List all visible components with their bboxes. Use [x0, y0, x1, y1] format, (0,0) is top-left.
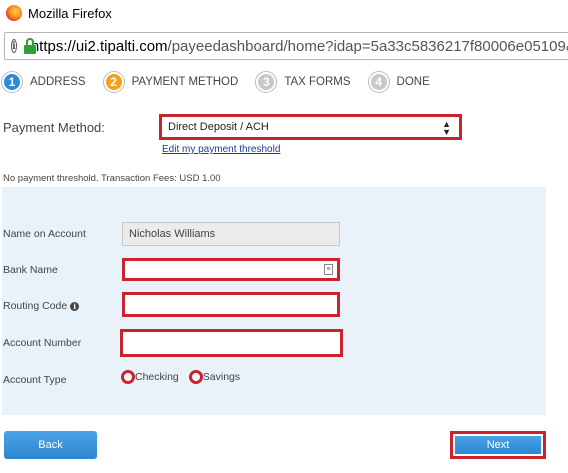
step-address: 1 ADDRESS — [2, 72, 86, 92]
routing-code-label-text: Routing Code — [3, 300, 68, 312]
checking-label[interactable]: Checking — [135, 371, 179, 383]
payment-method-label: Payment Method: — [3, 120, 105, 135]
step-4-icon: 4 — [368, 72, 389, 92]
step-tax-forms: 3 TAX FORMS — [256, 72, 351, 92]
checking-radio[interactable] — [121, 370, 135, 384]
name-on-account-label: Name on Account — [3, 228, 86, 240]
window-titlebar: Mozilla Firefox — [0, 0, 568, 26]
autofill-icon[interactable]: ≡ — [324, 264, 333, 275]
window-title: Mozilla Firefox — [28, 5, 112, 21]
savings-radio[interactable] — [188, 370, 203, 384]
bank-name-label: Bank Name — [3, 264, 58, 276]
step-1-icon: 1 — [2, 72, 22, 92]
address-bar[interactable]: i https://ui2.tipalti.com/payeedashboard… — [4, 32, 568, 60]
name-on-account-field: Nicholas Williams — [122, 222, 340, 246]
edit-threshold-link[interactable]: Edit my payment threshold — [162, 144, 280, 155]
back-button[interactable]: Back — [4, 431, 97, 459]
step-done: 4 DONE — [368, 72, 430, 92]
next-button[interactable]: Next — [450, 431, 546, 459]
step-label: PAYMENT METHOD — [131, 76, 239, 88]
site-info-icon[interactable]: i — [11, 39, 17, 53]
threshold-note: No payment threshold. Transaction Fees: … — [3, 173, 221, 184]
payment-method-select[interactable]: Direct Deposit / ACH ▲ ▼ — [159, 114, 462, 140]
routing-code-label: Routing Code i — [3, 300, 80, 312]
firefox-logo-icon — [6, 5, 22, 21]
step-2-icon: 2 — [103, 72, 124, 92]
payment-method-value: Direct Deposit / ACH — [168, 121, 269, 133]
next-button-label: Next — [455, 436, 541, 454]
url-path: /payeedashboard/home?idap=5a33c5836217f8… — [167, 37, 568, 55]
account-type-label: Account Type — [3, 374, 67, 386]
url-text[interactable]: https://ui2.tipalti.com/payeedashboard/h… — [31, 38, 568, 55]
account-number-label: Account Number — [3, 337, 82, 349]
step-3-icon: 3 — [256, 72, 277, 92]
savings-label[interactable]: Savings — [203, 371, 240, 383]
step-label: DONE — [396, 76, 430, 88]
step-label: TAX FORMS — [284, 76, 351, 88]
url-domain: https://ui2.tipalti.com — [30, 37, 168, 55]
step-payment-method: 2 PAYMENT METHOD — [103, 72, 239, 92]
step-label: ADDRESS — [30, 76, 86, 88]
progress-steps: 1 ADDRESS 2 PAYMENT METHOD 3 TAX FORMS 4… — [0, 68, 568, 96]
bank-name-input[interactable]: ≡ — [122, 258, 340, 281]
account-type-radio-group: Checking Savings — [121, 370, 250, 384]
account-number-input[interactable] — [120, 329, 343, 357]
routing-code-input[interactable] — [122, 292, 340, 317]
routing-info-icon[interactable]: i — [70, 302, 80, 311]
select-arrows-icon: ▲ ▼ — [442, 119, 451, 137]
name-on-account-value: Nicholas Williams — [129, 228, 216, 240]
